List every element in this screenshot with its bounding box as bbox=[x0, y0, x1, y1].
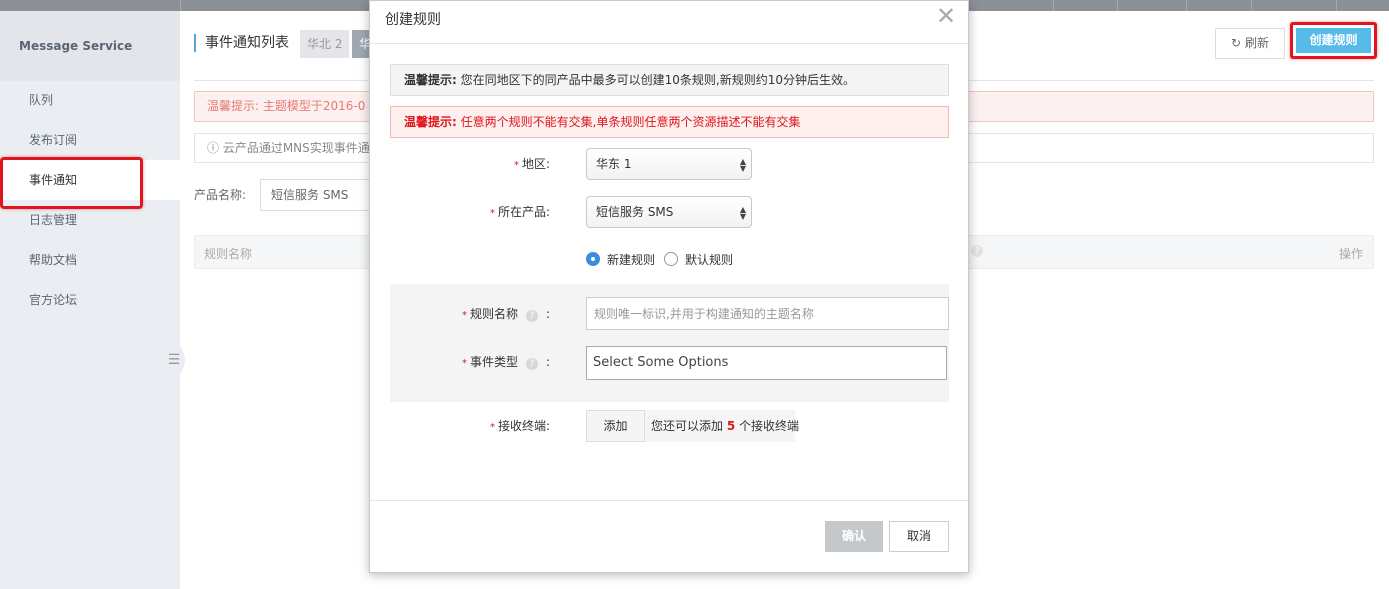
required-mark: * bbox=[461, 310, 467, 321]
event-type-label-text: 事件类型 bbox=[469, 355, 518, 369]
refresh-button[interactable]: ↻ 刷新 bbox=[1215, 28, 1285, 59]
product-filter-label: 产品名称: bbox=[194, 188, 247, 202]
info-tip-title: 温馨提示: bbox=[404, 73, 457, 87]
required-mark: * bbox=[513, 160, 519, 171]
radio-default-rule-label: 默认规则 bbox=[685, 253, 734, 267]
sidebar-item-event-notification[interactable]: 事件通知 bbox=[0, 157, 180, 209]
rule-name-input[interactable] bbox=[586, 297, 949, 330]
sidebar-item-pubsub[interactable]: 发布订阅 bbox=[0, 120, 180, 160]
region-select-value: 华东 1 bbox=[596, 157, 632, 171]
endpoint-label: * 接收终端: bbox=[390, 417, 550, 434]
warning-tip-title: 温馨提示: bbox=[404, 115, 457, 129]
close-icon[interactable]: ✕ bbox=[935, 3, 957, 31]
sidebar-item-queue[interactable]: 队列 bbox=[0, 80, 180, 120]
rule-name-label-text: 规则名称 bbox=[469, 307, 518, 321]
sidebar-item-forum[interactable]: 官方论坛 bbox=[0, 280, 180, 320]
region-tab-north-2[interactable]: 华北 2 bbox=[300, 30, 350, 58]
colon: : bbox=[545, 355, 550, 369]
product-label-text: 所在产品: bbox=[497, 205, 550, 219]
info-tip-text: 您在同地区下的同产品中最多可以创建10条规则,新规则约10分钟后生效。 bbox=[460, 73, 855, 87]
dialog-footer-divider bbox=[370, 500, 968, 501]
help-icon[interactable]: ? bbox=[525, 358, 538, 370]
product-select[interactable]: 短信服务 SMS ▲ ▼ bbox=[586, 196, 752, 228]
page-title: 事件通知列表 bbox=[194, 34, 289, 52]
radio-checked-icon bbox=[586, 252, 600, 266]
help-icon[interactable]: ? bbox=[525, 310, 538, 322]
endpoint-label-text: 接收终端: bbox=[497, 419, 550, 433]
confirm-button[interactable]: 确认 bbox=[825, 521, 883, 552]
sidebar-item-log-management[interactable]: 日志管理 bbox=[0, 200, 180, 240]
column-help-icon[interactable]: ? bbox=[971, 245, 983, 257]
rule-name-label: * 规则名称?: bbox=[390, 305, 550, 322]
dialog-title: 创建规则 bbox=[385, 12, 441, 28]
create-rule-label: 创建规则 bbox=[1296, 28, 1371, 53]
warning-tip: 温馨提示: 任意两个规则不能有交集,单条规则任意两个资源描述不能有交集 bbox=[390, 106, 949, 138]
region-label: * 地区: bbox=[390, 155, 550, 172]
warning-tip-text: 任意两个规则不能有交集,单条规则任意两个资源描述不能有交集 bbox=[460, 115, 801, 129]
endpoint-hint: 您还可以添加 5 个接收终端 bbox=[645, 410, 799, 442]
event-type-label: * 事件类型?: bbox=[390, 353, 550, 370]
sidebar-item-help-docs[interactable]: 帮助文档 bbox=[0, 240, 180, 280]
add-endpoint-button[interactable]: 添加 bbox=[586, 410, 645, 442]
colon: : bbox=[545, 307, 550, 321]
info-tip: 温馨提示: 您在同地区下的同产品中最多可以创建10条规则,新规则约10分钟后生效… bbox=[390, 64, 949, 96]
endpoint-remaining-count: 5 bbox=[726, 419, 736, 433]
required-mark: * bbox=[461, 358, 467, 369]
dialog-header-divider bbox=[370, 43, 968, 44]
sidebar-collapse-icon[interactable]: ☰ bbox=[163, 338, 185, 382]
column-rule-name: 规则名称 bbox=[204, 247, 253, 261]
radio-new-rule-label: 新建规则 bbox=[607, 253, 656, 267]
radio-default-rule[interactable]: 默认规则 bbox=[664, 252, 744, 268]
column-actions: 操作 bbox=[1338, 247, 1363, 261]
create-rule-button[interactable]: 创建规则 bbox=[1290, 22, 1377, 59]
region-label-text: 地区: bbox=[521, 157, 550, 171]
refresh-label: 刷新 bbox=[1244, 36, 1269, 50]
region-select[interactable]: 华东 1 ▲ ▼ bbox=[586, 148, 752, 180]
required-mark: * bbox=[489, 422, 495, 433]
sidebar-title: Message Service bbox=[0, 11, 180, 81]
create-rule-dialog: 创建规则 ✕ 温馨提示: 您在同地区下的同产品中最多可以创建10条规则,新规则约… bbox=[369, 0, 969, 573]
required-mark: * bbox=[489, 208, 495, 219]
product-label: * 所在产品: bbox=[390, 203, 550, 220]
cancel-button[interactable]: 取消 bbox=[889, 521, 949, 552]
radio-unchecked-icon bbox=[664, 252, 678, 266]
sidebar: Message Service 队列 发布订阅 事件通知 日志管理 帮助文档 官… bbox=[0, 11, 180, 589]
event-type-multiselect[interactable]: Select Some Options bbox=[586, 346, 947, 380]
refresh-icon: ↻ bbox=[1231, 36, 1242, 50]
product-select-value: 短信服务 SMS bbox=[596, 205, 674, 219]
radio-new-rule[interactable]: 新建规则 bbox=[586, 252, 666, 268]
